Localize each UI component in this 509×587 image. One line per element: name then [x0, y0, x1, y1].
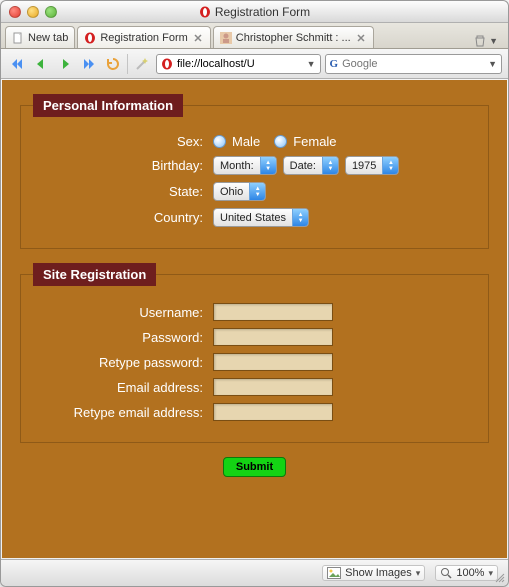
window-minimize-button[interactable]: [27, 6, 39, 18]
address-bar[interactable]: ▼: [156, 54, 321, 74]
tab-label: Christopher Schmitt : ...: [236, 32, 351, 44]
tab-new[interactable]: New tab: [5, 26, 75, 48]
select-month[interactable]: Month:: [213, 156, 277, 175]
closed-tabs-menu[interactable]: ▼: [467, 34, 504, 48]
tab-registration[interactable]: Registration Form: [77, 26, 210, 48]
opera-icon: [161, 58, 173, 70]
label-birthday: Birthday:: [33, 158, 213, 173]
chevron-down-icon[interactable]: ▼: [307, 59, 316, 69]
traffic-lights: [9, 6, 57, 18]
submit-button[interactable]: Submit: [223, 457, 286, 477]
legend-personal: Personal Information: [33, 94, 183, 117]
label-password: Password:: [33, 330, 213, 345]
label-username: Username:: [33, 305, 213, 320]
toolbar: ▼ G ▼: [1, 49, 508, 79]
reload-button[interactable]: [103, 54, 123, 74]
url-input[interactable]: [177, 58, 303, 70]
input-username[interactable]: [213, 303, 333, 321]
tab-label: Registration Form: [100, 32, 187, 44]
show-images-toggle[interactable]: Show Images ▾: [322, 565, 425, 581]
google-icon: G: [330, 58, 339, 70]
select-year[interactable]: 1975: [345, 156, 399, 175]
select-state[interactable]: Ohio: [213, 182, 266, 201]
fast-forward-button[interactable]: [79, 54, 99, 74]
rewind-button[interactable]: [7, 54, 27, 74]
tab-close-icon[interactable]: [355, 32, 367, 44]
input-retype-email[interactable]: [213, 403, 333, 421]
search-input[interactable]: [342, 58, 484, 70]
select-date[interactable]: Date:: [283, 156, 339, 175]
titlebar: Registration Form: [1, 1, 508, 23]
tab-label: New tab: [28, 32, 68, 44]
label-country: Country:: [33, 210, 213, 225]
back-button[interactable]: [31, 54, 51, 74]
radio-male[interactable]: [213, 135, 226, 148]
resize-handle[interactable]: [493, 571, 505, 583]
chevron-down-icon: ▾: [416, 568, 421, 579]
fieldset-personal: Personal Information Sex: Male Female Bi…: [20, 94, 489, 249]
label-state: State:: [33, 184, 213, 199]
radio-female[interactable]: [274, 135, 287, 148]
radio-female-label: Female: [293, 134, 336, 149]
label-sex: Sex:: [33, 134, 213, 149]
input-password[interactable]: [213, 328, 333, 346]
label-retype-password: Retype password:: [33, 355, 213, 370]
page-content: Personal Information Sex: Male Female Bi…: [2, 80, 507, 558]
opera-icon: [84, 32, 96, 44]
input-retype-password[interactable]: [213, 353, 333, 371]
label-email: Email address:: [33, 380, 213, 395]
status-bar: Show Images ▾ 100% ▾: [1, 559, 508, 586]
search-bar[interactable]: G ▼: [325, 54, 502, 74]
browser-window: Registration Form New tab Registration F…: [0, 0, 509, 587]
opera-icon: [199, 6, 211, 18]
input-email[interactable]: [213, 378, 333, 396]
window-zoom-button[interactable]: [45, 6, 57, 18]
avatar-icon: [220, 32, 232, 44]
magnifier-icon: [440, 567, 452, 579]
image-icon: [327, 567, 341, 579]
window-title: Registration Form: [215, 5, 310, 19]
forward-button[interactable]: [55, 54, 75, 74]
doc-icon: [12, 32, 24, 44]
select-country[interactable]: United States: [213, 208, 309, 227]
zoom-value: 100%: [456, 567, 484, 579]
chevron-down-icon[interactable]: ▼: [488, 59, 497, 69]
radio-male-label: Male: [232, 134, 260, 149]
fieldset-site-registration: Site Registration Username: Password: Re…: [20, 263, 489, 443]
window-close-button[interactable]: [9, 6, 21, 18]
zoom-control[interactable]: 100% ▾: [435, 565, 498, 581]
tab-close-icon[interactable]: [192, 32, 204, 44]
tab-strip: New tab Registration Form Christopher Sc…: [1, 23, 508, 49]
legend-site: Site Registration: [33, 263, 156, 286]
show-images-label: Show Images: [345, 567, 412, 579]
tab-schmitt[interactable]: Christopher Schmitt : ...: [213, 26, 374, 48]
label-retype-email: Retype email address:: [33, 405, 213, 420]
wand-button[interactable]: [132, 54, 152, 74]
